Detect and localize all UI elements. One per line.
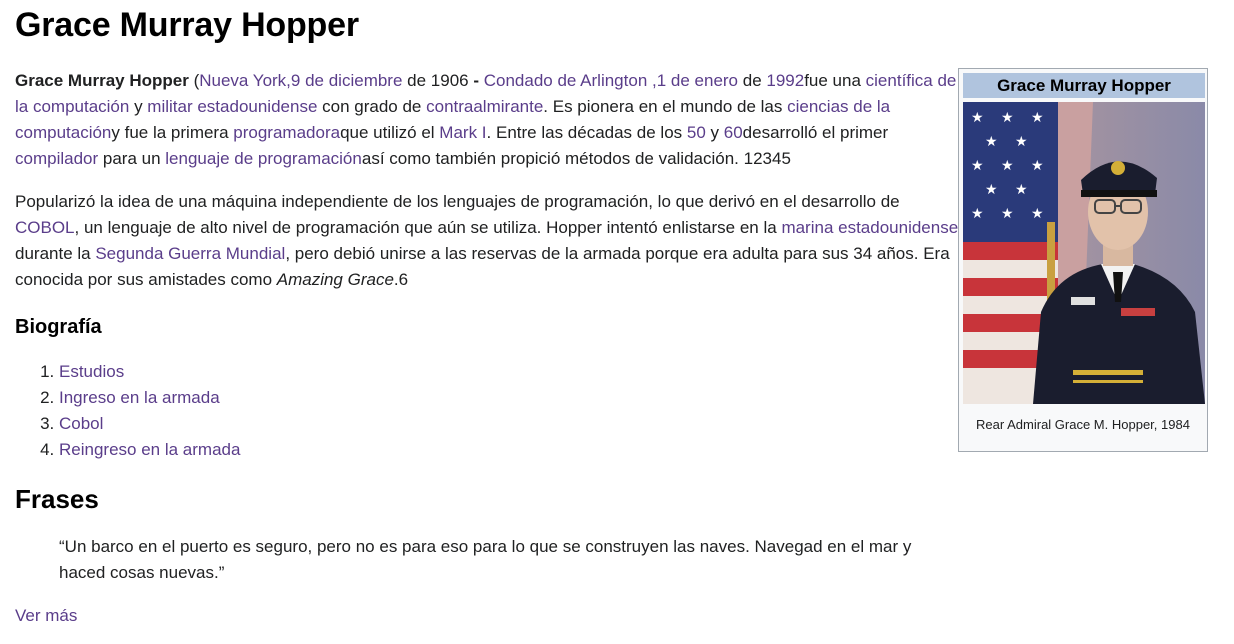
link-60[interactable]: 60 <box>724 123 743 142</box>
link-50[interactable]: 50 <box>687 123 706 142</box>
text-span: de 1906 <box>402 71 474 90</box>
svg-text:★: ★ <box>1001 158 1014 174</box>
link-mark-i[interactable]: Mark I <box>439 123 486 142</box>
svg-text:★: ★ <box>971 206 984 222</box>
heading-biografia: Biografía <box>15 316 102 338</box>
infobox-caption: Rear Admiral Grace M. Hopper, 1984 <box>976 417 1190 432</box>
svg-text:★: ★ <box>1015 134 1028 150</box>
nickname: Amazing Grace <box>276 270 394 289</box>
link-1-de-enero[interactable]: 1 de enero <box>657 71 738 90</box>
page-title: Grace Murray Hopper <box>15 6 359 44</box>
infobox: Grace Murray Hopper ★ ★ ★ ★ ★ ★ ★ ★ ★ ★ ★ ★ ★ <box>958 68 1208 452</box>
text-span: y <box>705 123 724 142</box>
biografia-list: Estudios Ingreso en la armada Cobol Rein… <box>15 359 960 463</box>
link-ingreso-en-la-armada[interactable]: Ingreso en la armada <box>59 388 220 407</box>
text-span: desarrolló el primer <box>742 123 889 142</box>
link-nueva-york[interactable]: Nueva York, <box>199 71 291 90</box>
text-span: ( <box>188 71 200 90</box>
text-span: Popularizó la idea de una máquina indepe… <box>15 192 900 211</box>
svg-text:★: ★ <box>1031 206 1044 222</box>
svg-text:★: ★ <box>985 134 998 150</box>
text-span: . Es pionera en el mundo de las <box>543 97 788 116</box>
heading-frases: Frases <box>15 484 99 514</box>
svg-text:★: ★ <box>1001 110 1014 126</box>
list-item: Reingreso en la armada <box>59 437 960 463</box>
ribbons <box>1121 308 1155 316</box>
cobol-paragraph: Popularizó la idea de una máquina indepe… <box>15 189 960 293</box>
quote: “Un barco en el puerto es seguro, pero n… <box>59 537 912 582</box>
flag-fringe <box>1047 222 1055 302</box>
link-compilador[interactable]: compilador <box>15 149 98 168</box>
text-span: durante la <box>15 244 96 263</box>
text-span: .6 <box>393 270 409 289</box>
text-span: , un lenguaje de alto nivel de programac… <box>74 218 782 237</box>
text-span: y <box>129 97 148 116</box>
link-9-de-diciembre[interactable]: 9 de diciembre <box>291 71 403 90</box>
text-span: de <box>738 71 767 90</box>
link-marina-estadounidense[interactable]: marina estadounidense <box>781 218 958 237</box>
link-contraalmirante[interactable]: contraalmirante <box>426 97 543 116</box>
svg-text:★: ★ <box>971 110 984 126</box>
text-span: que utilizó el <box>340 123 440 142</box>
infobox-title: Grace Murray Hopper <box>963 73 1205 98</box>
ver-mas-paragraph: Ver más <box>15 603 960 629</box>
list-item: Ingreso en la armada <box>59 385 960 411</box>
text-span: con grado de <box>317 97 427 116</box>
svg-text:★: ★ <box>1015 182 1028 198</box>
list-item: Cobol <box>59 411 960 437</box>
svg-text:★: ★ <box>985 182 998 198</box>
article-body: Grace Murray Hopper (Nueva York,9 de dic… <box>15 68 960 629</box>
portrait-image[interactable]: ★ ★ ★ ★ ★ ★ ★ ★ ★ ★ ★ ★ ★ <box>963 102 1205 404</box>
link-militar-estadounidense[interactable]: militar estadounidense <box>147 97 317 116</box>
link-lenguaje-de-programacion[interactable]: lenguaje de programación <box>165 149 362 168</box>
link-reingreso-en-la-armada[interactable]: Reingreso en la armada <box>59 440 240 459</box>
svg-text:★: ★ <box>1001 206 1014 222</box>
link-segunda-guerra-mundial[interactable]: Segunda Guerra Mundial <box>95 244 285 263</box>
svg-text:★: ★ <box>1031 110 1044 126</box>
text-span: fue una <box>804 71 866 90</box>
svg-text:★: ★ <box>971 158 984 174</box>
text-span: para un <box>98 149 166 168</box>
list-item: Estudios <box>59 359 960 385</box>
subject-name: Grace Murray Hopper <box>15 71 189 90</box>
link-estudios[interactable]: Estudios <box>59 362 124 381</box>
intro-paragraph: Grace Murray Hopper (Nueva York,9 de dic… <box>15 68 960 172</box>
svg-text:★: ★ <box>1031 158 1044 174</box>
link-cobol[interactable]: COBOL <box>15 218 75 237</box>
text-span: . Entre las décadas de los <box>486 123 687 142</box>
dash: - <box>473 71 480 90</box>
text-span: y fue la primera <box>111 123 234 142</box>
link-cobol-section[interactable]: Cobol <box>59 414 103 433</box>
sleeve-stripes <box>1073 370 1143 375</box>
link-programadora[interactable]: programadora <box>233 123 340 142</box>
ver-mas-link[interactable]: Ver más <box>15 606 77 625</box>
text-span: así como también propició métodos de val… <box>361 149 791 168</box>
link-condado-de-arlington[interactable]: Condado de Arlington , <box>484 71 657 90</box>
link-1992[interactable]: 1992 <box>766 71 804 90</box>
